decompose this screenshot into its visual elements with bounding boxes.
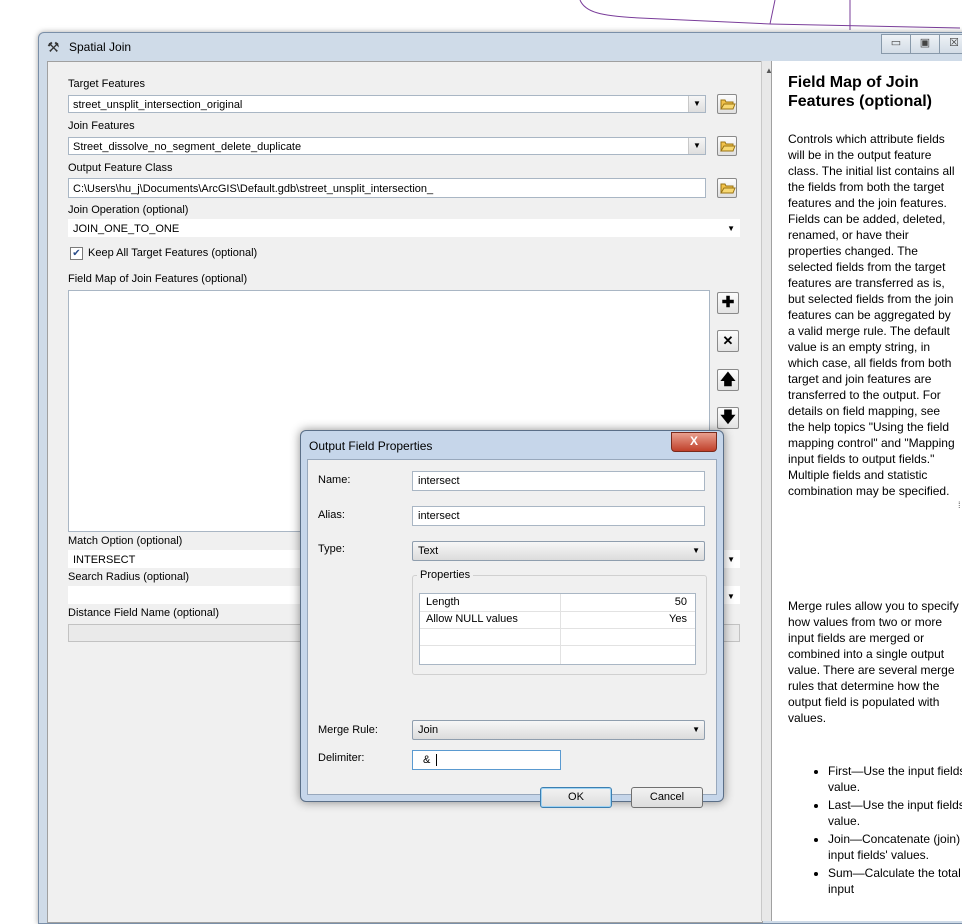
dialog-close-button[interactable]: X [671, 432, 717, 452]
move-up-button[interactable]: 🡅 [717, 369, 739, 391]
output-feature-class-browse-button[interactable] [717, 178, 737, 198]
maximize-button[interactable]: ▣ [910, 34, 940, 54]
name-input[interactable]: intersect [412, 471, 705, 491]
hammer-icon: ⚒ [47, 39, 60, 55]
merge-rules-list: First—Use the input fields' first value.… [788, 763, 962, 899]
type-select[interactable]: Text ▼ [412, 541, 705, 561]
close-icon: X [689, 434, 698, 448]
minimize-button[interactable]: ▭ [881, 34, 911, 54]
add-field-button[interactable]: ✚ [717, 292, 739, 314]
chevron-down-icon[interactable]: ▼ [727, 592, 735, 601]
join-features-label: Join Features [68, 120, 135, 132]
chevron-down-icon[interactable]: ▼ [688, 138, 705, 154]
list-item: Last—Use the input fields' last value. [828, 797, 962, 829]
close-icon: ✕ [722, 333, 734, 348]
property-name: Length [426, 596, 460, 608]
output-feature-class-input[interactable]: C:\Users\hu_j\Documents\ArcGIS\Default.g… [68, 178, 706, 198]
keep-all-label: Keep All Target Features (optional) [88, 247, 258, 259]
chevron-down-icon: ▼ [692, 546, 700, 555]
name-label: Name: [318, 474, 351, 486]
window-controls: ▭ ▣ ☒ [881, 34, 962, 54]
join-operation-label: Join Operation (optional) [68, 204, 189, 216]
list-item: Join—Concatenate (join) the input fields… [828, 831, 962, 863]
table-row[interactable]: Length 50 [420, 594, 695, 612]
output-field-properties-dialog: Output Field Properties X Name: intersec… [300, 430, 724, 808]
alias-label: Alias: [318, 509, 345, 521]
search-radius-label: Search Radius (optional) [68, 571, 190, 583]
cancel-button[interactable]: Cancel [631, 787, 703, 808]
property-value[interactable]: Yes [669, 611, 687, 628]
match-option-label: Match Option (optional) [68, 535, 183, 547]
target-features-browse-button[interactable] [717, 94, 737, 114]
text-cursor [436, 754, 438, 767]
output-feature-class-label: Output Feature Class [68, 162, 173, 174]
join-features-combo[interactable]: Street_dissolve_no_segment_delete_duplic… [68, 137, 706, 155]
ok-button[interactable]: OK [540, 787, 612, 808]
list-item: Sum—Calculate the total of the input [828, 865, 962, 897]
help-paragraph-2: Merge rules allow you to specify how val… [788, 599, 959, 725]
help-paragraph-1: Controls which attribute fields will be … [788, 132, 955, 498]
merge-rule-value: Join [418, 724, 439, 736]
plus-icon: ✚ [721, 294, 735, 311]
property-value[interactable]: 50 [675, 594, 687, 611]
type-value: Text [418, 545, 439, 557]
table-row [420, 628, 695, 646]
chevron-down-icon[interactable]: ▼ [688, 96, 705, 112]
join-features-value: Street_dissolve_no_segment_delete_duplic… [73, 141, 302, 153]
delimiter-label: Delimiter: [318, 752, 365, 764]
table-row [420, 645, 695, 662]
keep-all-checkbox[interactable]: ✔ [70, 247, 83, 260]
merge-rule-label: Merge Rule: [318, 724, 378, 736]
list-item: First—Use the input fields' first value. [828, 763, 962, 795]
target-features-combo[interactable]: street_unsplit_intersection_original ▼ [68, 95, 706, 113]
table-row[interactable]: Allow NULL values Yes [420, 611, 695, 629]
join-features-browse-button[interactable] [717, 136, 737, 156]
alias-input[interactable]: intersect [412, 506, 705, 526]
chevron-down-icon: ▼ [692, 725, 700, 734]
properties-grid[interactable]: Length 50 Allow NULL values Yes [419, 593, 696, 665]
target-features-value: street_unsplit_intersection_original [73, 99, 243, 111]
field-map-label: Field Map of Join Features (optional) [68, 273, 248, 285]
delete-field-button[interactable]: ✕ [717, 330, 739, 352]
properties-group-title: Properties [417, 569, 474, 581]
distance-field-label: Distance Field Name (optional) [68, 607, 220, 619]
type-label: Type: [318, 543, 345, 555]
match-option-value: INTERSECT [73, 554, 136, 566]
dialog-title: Output Field Properties [309, 439, 433, 453]
help-title: Field Map of Join Features (optional) [788, 74, 933, 110]
move-down-button[interactable]: 🡇 [717, 407, 739, 429]
help-panel: Field Map of Join Features (optional) Co… [771, 61, 962, 921]
window-titlebar[interactable]: ⚒ Spatial Join ▭ ▣ ☒ [39, 33, 962, 61]
arrow-up-icon: 🡅 [720, 371, 736, 388]
join-operation-value: JOIN_ONE_TO_ONE [73, 223, 180, 235]
folder-open-icon [720, 141, 736, 152]
folder-open-icon [720, 183, 736, 194]
delimiter-value: & [423, 754, 431, 766]
property-name: Allow NULL values [426, 613, 518, 625]
delimiter-input[interactable]: & [412, 750, 561, 770]
target-features-label: Target Features [68, 78, 146, 90]
merge-rule-select[interactable]: Join ▼ [412, 720, 705, 740]
chevron-down-icon[interactable]: ▼ [727, 220, 735, 236]
join-operation-combo[interactable]: JOIN_ONE_TO_ONE ▼ [68, 219, 740, 237]
close-button[interactable]: ☒ [939, 34, 962, 54]
edge-marker: ⁞ [958, 500, 961, 510]
folder-open-icon [720, 99, 736, 110]
window-title: Spatial Join [69, 40, 132, 54]
chevron-down-icon[interactable]: ▼ [727, 551, 735, 567]
dialog-body: Name: intersect Alias: intersect Type: T… [307, 459, 717, 808]
arrow-down-icon: 🡇 [720, 409, 736, 426]
